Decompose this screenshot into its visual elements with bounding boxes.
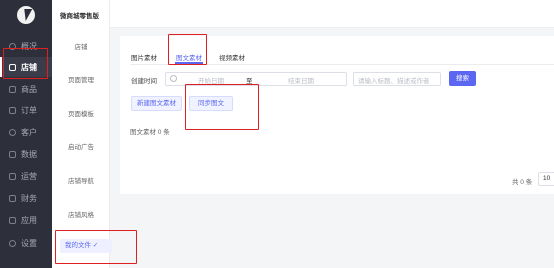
tab-video-materials[interactable]: 视频素材: [219, 52, 245, 62]
tab-divider: [130, 64, 554, 65]
shop-name: 微商城零售版: [60, 13, 99, 20]
lightning-logo[interactable]: [17, 6, 35, 24]
sidebar-item-finance[interactable]: 财务: [0, 188, 52, 208]
sidebar-item-settings[interactable]: 设置: [0, 233, 52, 253]
subnav-item-page-management[interactable]: 页面管理: [52, 74, 110, 84]
date-range-separator: 至: [246, 78, 253, 85]
sidebar-item-label: 概况: [21, 41, 37, 51]
sidebar-item-orders[interactable]: 订单: [0, 100, 52, 120]
subnav-item-page-templates[interactable]: 页面模板: [52, 108, 110, 118]
date-range-picker[interactable]: [165, 72, 347, 86]
sidebar-item-label: 运营: [21, 171, 37, 181]
search-button[interactable]: 搜索: [449, 71, 476, 86]
sidebar-item-label: 数据: [21, 149, 37, 159]
subnav-item-my-files[interactable]: 我的文件 ✓: [60, 239, 112, 253]
subnav-item-store-style[interactable]: 店铺风格: [52, 209, 110, 219]
subnav-item-launch-ads[interactable]: 启动广告: [52, 141, 110, 151]
sidebar-item-label: 客户: [21, 127, 37, 137]
sidebar-item-label: 设置: [21, 238, 37, 248]
sidebar-item-products[interactable]: 商品: [0, 79, 52, 99]
sidebar-item-label: 财务: [21, 193, 37, 203]
list-icon: [9, 106, 16, 114]
page-size-select[interactable]: 10: [538, 172, 554, 186]
sidebar-item-overview[interactable]: 概况: [0, 36, 52, 56]
chart-icon: [9, 150, 16, 158]
top-header: [52, 0, 554, 28]
new-article-button[interactable]: 新建图文素材: [131, 96, 182, 111]
calendar-icon: [170, 75, 177, 82]
store-icon: [9, 63, 16, 71]
sidebar-item-operations[interactable]: 运营: [0, 166, 52, 186]
end-date-input[interactable]: 结束日期: [288, 75, 314, 85]
grid-icon: [9, 172, 16, 180]
user-icon: [9, 128, 16, 136]
subnav-item-store-navigation[interactable]: 店铺导航: [52, 175, 110, 185]
sidebar-item-customers[interactable]: 客户: [0, 122, 52, 142]
sidebar-item-label: 商品: [21, 84, 37, 94]
box-icon: [9, 85, 16, 93]
wallet-icon: [9, 194, 16, 202]
sidebar-item-label: 订单: [21, 105, 37, 115]
main-sidebar: 概况 店铺 商品 订单 客户 数据 运营 财务 应用 设置: [0, 0, 52, 268]
apps-icon: [9, 216, 16, 224]
sidebar-item-apps[interactable]: 应用: [0, 210, 52, 230]
sidebar-item-data[interactable]: 数据: [0, 144, 52, 164]
created-time-label: 创建时间: [131, 78, 157, 85]
tab-article-materials[interactable]: 图文素材: [176, 52, 202, 62]
sidebar-item-label: 店铺: [21, 62, 37, 72]
sync-articles-button[interactable]: 同步图文: [189, 96, 233, 111]
pagination-total: 共 0 条: [512, 179, 533, 186]
start-date-input[interactable]: 开始日期: [198, 75, 224, 85]
circle-icon: [9, 42, 16, 50]
material-count: 图文素材 0 条: [130, 129, 170, 136]
sidebar-item-label: 应用: [21, 215, 37, 225]
sidebar-item-store[interactable]: 店铺: [0, 57, 52, 77]
gear-icon: [9, 239, 16, 247]
subnav-item-store[interactable]: 店铺: [52, 41, 110, 51]
search-placeholder: 请输入标题、描述或作者: [358, 78, 430, 85]
tab-image-materials[interactable]: 图片素材: [131, 52, 157, 62]
